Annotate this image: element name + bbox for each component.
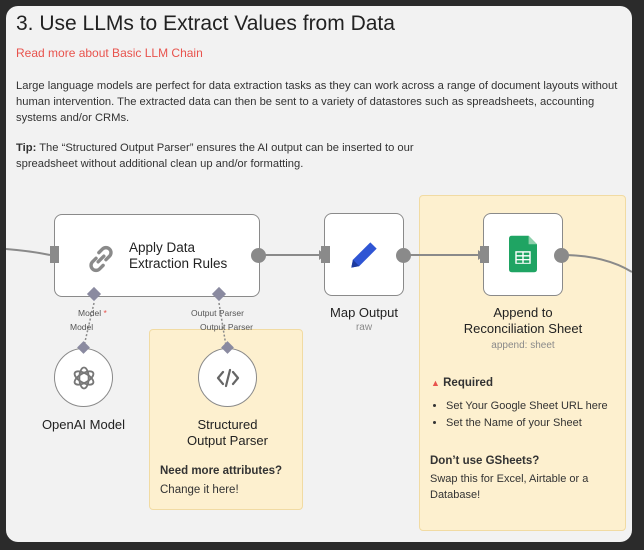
openai-model-title: OpenAI Model xyxy=(41,417,126,432)
model-port-label: Model * xyxy=(78,308,107,318)
node-map-output[interactable] xyxy=(324,213,404,296)
parser-note-heading: Need more attributes? xyxy=(160,465,283,477)
append-sheet-title: Append to Reconciliation Sheet xyxy=(443,305,603,337)
output-handle-map[interactable] xyxy=(396,248,411,263)
map-output-subtitle: raw xyxy=(355,322,373,333)
model-port-text: Model xyxy=(78,308,102,318)
input-handle-extract[interactable] xyxy=(50,246,59,263)
link-chain-icon xyxy=(89,245,113,273)
node-title-line1: Apply Data xyxy=(129,240,196,255)
map-output-title: Map Output xyxy=(330,305,398,320)
node-structured-output-parser[interactable] xyxy=(198,348,257,407)
openai-icon xyxy=(73,366,95,390)
node-append-sheet[interactable] xyxy=(483,213,563,296)
google-sheets-icon xyxy=(509,235,537,273)
input-handle-append[interactable] xyxy=(480,246,489,263)
output-handle-append[interactable] xyxy=(554,248,569,263)
parser-port-label: Output Parser xyxy=(191,308,244,318)
code-brackets-icon xyxy=(216,368,240,388)
node-openai-model[interactable] xyxy=(54,348,113,407)
requirement-item: Set the Name of your Sheet xyxy=(446,417,632,429)
node-apply-data-extraction[interactable]: Apply Data Extraction Rules xyxy=(54,214,260,297)
outgoing-connection xyxy=(565,254,632,273)
requirements-list: Set Your Google Sheet URL here Set the N… xyxy=(432,400,632,434)
canvas-frame: 3. Use LLMs to Extract Values from Data … xyxy=(6,6,632,542)
requirement-item: Set Your Google Sheet URL here xyxy=(446,400,632,412)
parser-note-text: Change it here! xyxy=(160,484,239,496)
parser-port-sublabel: Output Parser xyxy=(200,322,253,332)
append-sheet-subtitle: append: sheet xyxy=(491,340,555,351)
append-title-line2: Reconciliation Sheet xyxy=(463,321,583,336)
incoming-connection xyxy=(6,248,51,256)
alt-heading: Don’t use GSheets? xyxy=(430,455,540,467)
output-handle-extract[interactable] xyxy=(251,248,266,263)
append-title-line1: Append to xyxy=(493,305,553,320)
input-handle-map[interactable] xyxy=(321,246,330,263)
required-heading: ▲ Required xyxy=(431,377,493,389)
warning-icon: ▲ xyxy=(431,378,440,388)
parser-title-line2: Output Parser xyxy=(187,433,268,448)
model-port-sublabel: Model xyxy=(70,322,94,332)
alt-text: Swap this for Excel, Airtable or a Datab… xyxy=(430,473,589,501)
required-asterisk: * xyxy=(103,308,107,318)
required-heading-text: Required xyxy=(443,377,493,389)
pen-icon xyxy=(351,242,377,268)
parser-node-title: Structured Output Parser xyxy=(166,417,289,449)
node-title-line2: Extraction Rules xyxy=(129,256,228,271)
node-title-extract: Apply Data Extraction Rules xyxy=(129,240,227,272)
parser-title-line1: Structured xyxy=(197,417,258,432)
